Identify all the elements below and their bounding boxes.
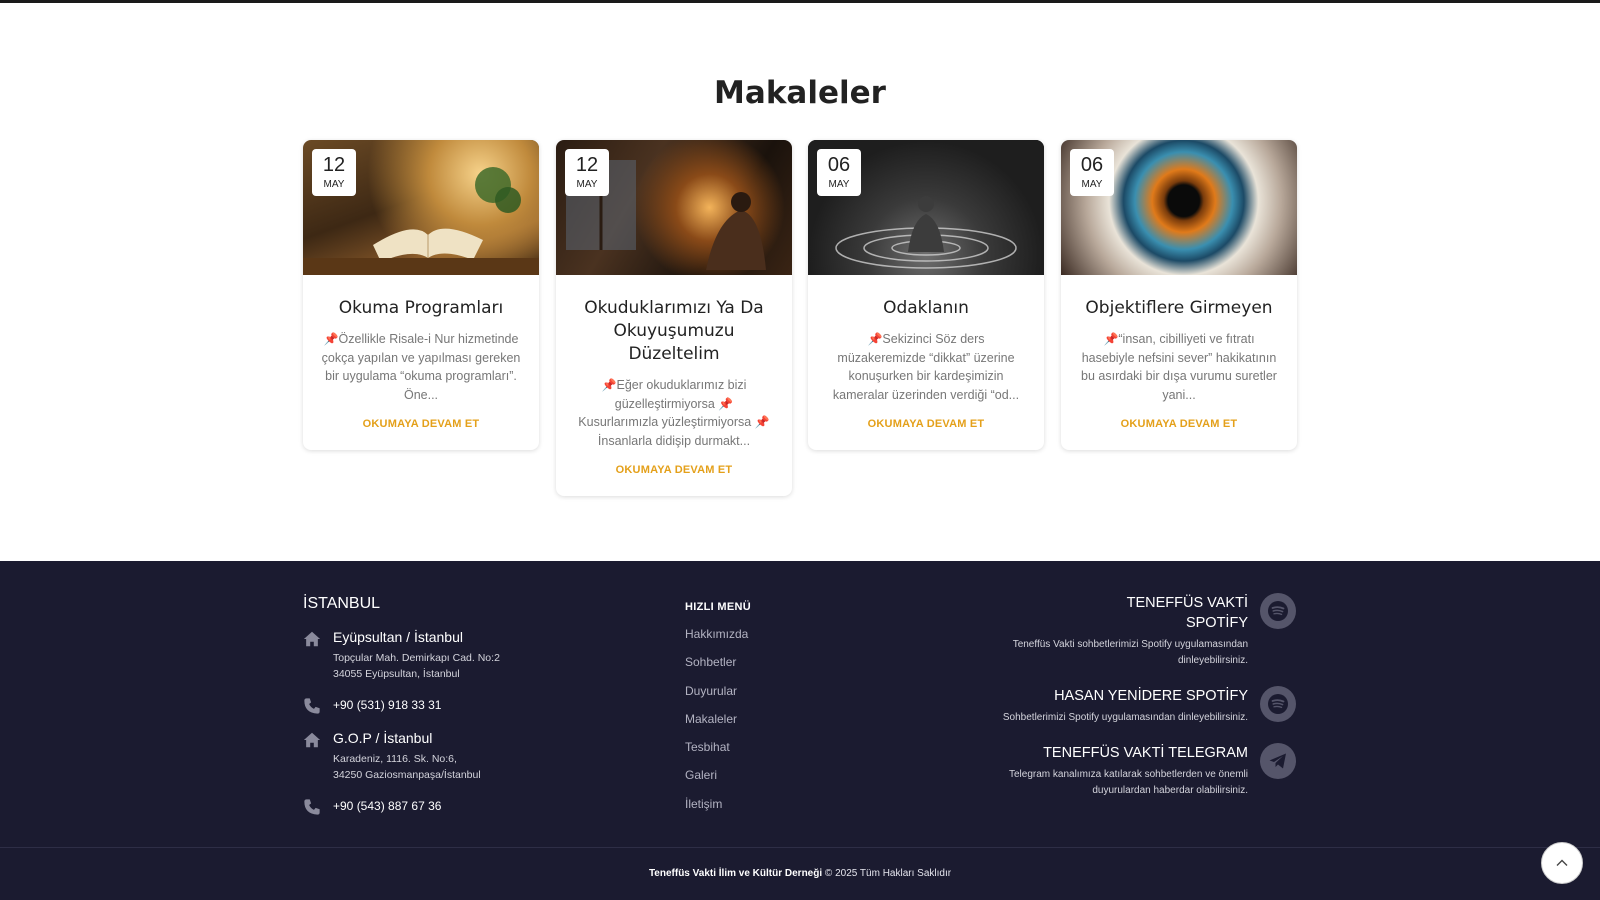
date-day: 06 — [1080, 154, 1104, 176]
footer-city: İSTANBUL — [303, 595, 381, 612]
article-card[interactable]: 06 MAY Objektiflere Girmeyen 📌“insan, ci… — [1061, 140, 1297, 450]
quick-menu-title: HIZLI MENÜ — [685, 601, 751, 613]
social-spotify-teneffus[interactable]: TENEFFÜS VAKTİ SPOTİFY Teneffüs Vakti so… — [960, 593, 1296, 669]
phone-number[interactable]: +90 (543) 887 67 36 — [333, 797, 603, 815]
phone-number[interactable]: +90 (531) 918 33 31 — [333, 696, 603, 714]
social-desc: Telegram kanalımıza katılarak sohbetlerd… — [1008, 769, 1248, 780]
excerpt-text: İnsanlarla didişip durmakt... — [597, 433, 751, 448]
social-title[interactable]: TENEFFÜS VAKTİ — [960, 593, 1248, 613]
article-excerpt: 📌Eğer okuduklarımız bizi güzelleştirmiyo… — [556, 366, 792, 450]
date-badge: 06 MAY — [1070, 149, 1114, 196]
article-excerpt: 📌Özellikle Risale-i Nur hizmetinde çokça… — [303, 320, 539, 404]
pin-icon: 📌 — [867, 332, 883, 346]
date-month: MAY — [828, 179, 850, 190]
copyright-org: Teneffüs Vakti İlim ve Kültür Derneği — [648, 868, 823, 879]
date-badge: 12 MAY — [312, 149, 356, 196]
scroll-to-top-button[interactable] — [1541, 842, 1583, 884]
menu-item-about[interactable]: Hakkımızda — [685, 625, 885, 653]
section-title: Makaleler — [714, 75, 886, 111]
date-month: MAY — [323, 179, 345, 190]
address-line: Karadeniz, 1116. Sk. No:6, — [333, 753, 457, 765]
article-excerpt: 📌Sekizinci Söz ders müzakeremizde “dikka… — [808, 320, 1044, 404]
article-image-library[interactable]: 12 MAY — [556, 140, 792, 275]
address-title: Eyüpsultan / İstanbul — [333, 629, 463, 645]
social-spotify-hasan[interactable]: HASAN YENİDERE SPOTİFY Sohbetlerimizi Sp… — [960, 686, 1296, 726]
phone-block[interactable]: +90 (543) 887 67 36 — [303, 797, 603, 815]
articles-section: Makaleler 12 MAY Okuma Programları 📌Özel… — [7, 3, 1600, 561]
social-desc: Teneffüs Vakti sohbetlerimizi Spotify uy… — [1012, 639, 1248, 650]
address-block: Eyüpsultan / İstanbul Topçular Mah. Demi… — [303, 629, 603, 682]
social-title[interactable]: HASAN YENİDERE SPOTİFY — [960, 686, 1248, 706]
site-footer: İSTANBUL Eyüpsultan / İstanbul Topçular … — [0, 561, 1600, 900]
menu-item-articles[interactable]: Makaleler — [685, 710, 885, 738]
social-telegram[interactable]: TENEFFÜS VAKTİ TELEGRAM Telegram kanalım… — [960, 743, 1296, 799]
telegram-icon[interactable] — [1260, 743, 1296, 779]
date-day: 06 — [827, 154, 851, 176]
date-day: 12 — [322, 154, 346, 176]
phone-icon — [304, 799, 320, 815]
article-image-eye[interactable]: 06 MAY — [1061, 140, 1297, 275]
menu-item-tesbihat[interactable]: Tesbihat — [685, 738, 885, 766]
address-line: Topçular Mah. Demirkapı Cad. No:2 — [333, 652, 500, 664]
pin-icon: 📌 — [718, 396, 734, 411]
social-title[interactable]: SPOTİFY — [960, 613, 1248, 633]
chevron-up-icon — [1556, 859, 1568, 866]
date-month: MAY — [576, 179, 598, 190]
pin-icon: 📌 — [601, 378, 617, 392]
copyright: Teneffüs Vakti İlim ve Kültür Derneği © … — [0, 868, 1600, 879]
read-more-link[interactable]: OKUMAYA DEVAM ET — [556, 450, 792, 496]
social-desc: duyurulardan haberdar olabilirsiniz. — [1092, 785, 1248, 796]
date-badge: 12 MAY — [565, 149, 609, 196]
menu-item-gallery[interactable]: Galeri — [685, 766, 885, 794]
excerpt-text: Sekizinci Söz ders müzakeremizde “dikkat… — [832, 332, 1020, 402]
read-more-link[interactable]: OKUMAYA DEVAM ET — [303, 404, 539, 450]
copyright-text: 2025 Tüm Hakları Saklıdır — [832, 868, 952, 879]
menu-item-contact[interactable]: İletişim — [685, 795, 885, 823]
social-desc: dinleyebilirsiniz. — [1177, 655, 1248, 666]
footer-divider — [0, 847, 1600, 848]
menu-item-talks[interactable]: Sohbetler — [685, 653, 885, 681]
article-title[interactable]: Objektiflere Girmeyen — [1061, 275, 1297, 320]
address-title: G.O.P / İstanbul — [333, 730, 433, 746]
excerpt-text: Kusurlarımızla yüzleştirmiyorsa — [578, 415, 755, 429]
footer-contact: İSTANBUL Eyüpsultan / İstanbul Topçular … — [303, 595, 603, 829]
spotify-icon[interactable] — [1260, 686, 1296, 722]
read-more-link[interactable]: OKUMAYA DEVAM ET — [808, 404, 1044, 450]
phone-block[interactable]: +90 (531) 918 33 31 — [303, 696, 603, 714]
article-image-reading[interactable]: 12 MAY — [303, 140, 539, 275]
article-excerpt: 📌“insan, cibilliyeti ve fıtratı hasebiyl… — [1061, 320, 1297, 404]
social-title[interactable]: TENEFFÜS VAKTİ TELEGRAM — [960, 743, 1248, 763]
article-title[interactable]: Okuma Programları — [303, 275, 539, 320]
pin-icon: 📌 — [323, 332, 339, 346]
article-card[interactable]: 06 MAY Odaklanın 📌Sekizinci Söz ders müz… — [808, 140, 1044, 450]
article-title[interactable]: Okuduklarımızı Ya Da Okuyuşumuzu Düzelte… — [556, 275, 792, 366]
date-badge: 06 MAY — [817, 149, 861, 196]
pin-icon: 📌 — [1103, 332, 1119, 346]
article-card[interactable]: 12 MAY Okuma Programları 📌Özellikle Risa… — [303, 140, 539, 450]
menu-item-announcements[interactable]: Duyurular — [685, 682, 885, 710]
home-icon — [303, 631, 321, 647]
phone-icon — [304, 698, 320, 714]
date-day: 12 — [575, 154, 599, 176]
address-block: G.O.P / İstanbul Karadeniz, 1116. Sk. No… — [303, 730, 603, 783]
social-desc: Sohbetlerimizi Spotify uygulamasından di… — [1002, 712, 1248, 723]
article-card[interactable]: 12 MAY Okuduklarımızı Ya Da Okuyuşumuzu … — [556, 140, 792, 496]
excerpt-text: Özellikle Risale-i Nur hizmetinde çokça … — [321, 332, 521, 402]
article-image-focus[interactable]: 06 MAY — [808, 140, 1044, 275]
address-line: 34250 Gaziosmanpaşa/İstanbul — [333, 769, 481, 781]
address-line: 34055 Eyüpsultan, İstanbul — [333, 668, 460, 680]
spotify-icon[interactable] — [1260, 593, 1296, 629]
pin-icon: 📌 — [754, 415, 770, 429]
article-title[interactable]: Odaklanın — [808, 275, 1044, 320]
home-icon — [303, 732, 321, 748]
quick-menu: HIZLI MENÜ Hakkımızda Sohbetler Duyurula… — [685, 601, 885, 823]
read-more-link[interactable]: OKUMAYA DEVAM ET — [1061, 404, 1297, 450]
footer-social: TENEFFÜS VAKTİ SPOTİFY Teneffüs Vakti so… — [960, 593, 1296, 816]
date-month: MAY — [1081, 179, 1103, 190]
